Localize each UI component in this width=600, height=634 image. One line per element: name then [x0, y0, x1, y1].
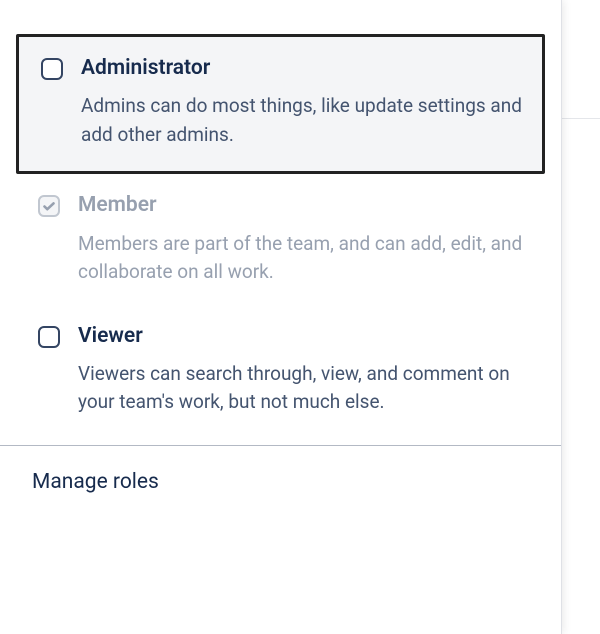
role-body-administrator: Administrator Admins can do most things,…: [81, 55, 524, 149]
role-title-administrator: Administrator: [81, 55, 524, 82]
checkbox-viewer[interactable]: [38, 326, 60, 348]
checkbox-member: [38, 195, 60, 217]
role-body-viewer: Viewer Viewers can search through, view,…: [78, 323, 527, 417]
role-option-administrator[interactable]: Administrator Admins can do most things,…: [16, 34, 545, 174]
role-picker-panel: Administrator Admins can do most things,…: [0, 0, 562, 634]
background-divider: [562, 118, 600, 119]
manage-roles-link[interactable]: Manage roles: [0, 446, 561, 518]
role-list: Administrator Admins can do most things,…: [0, 0, 561, 435]
checkbox-administrator[interactable]: [41, 58, 63, 80]
role-body-member: Member Members are part of the team, and…: [78, 192, 527, 286]
checkmark-icon: [43, 202, 55, 211]
background-right-strip: [562, 0, 600, 634]
role-option-member: Member Members are part of the team, and…: [0, 174, 561, 304]
role-desc-member: Members are part of the team, and can ad…: [78, 230, 527, 287]
role-title-viewer: Viewer: [78, 323, 527, 350]
role-desc-viewer: Viewers can search through, view, and co…: [78, 360, 527, 417]
role-desc-administrator: Admins can do most things, like update s…: [81, 92, 524, 149]
role-title-member: Member: [78, 192, 527, 219]
role-option-viewer[interactable]: Viewer Viewers can search through, view,…: [0, 305, 561, 435]
